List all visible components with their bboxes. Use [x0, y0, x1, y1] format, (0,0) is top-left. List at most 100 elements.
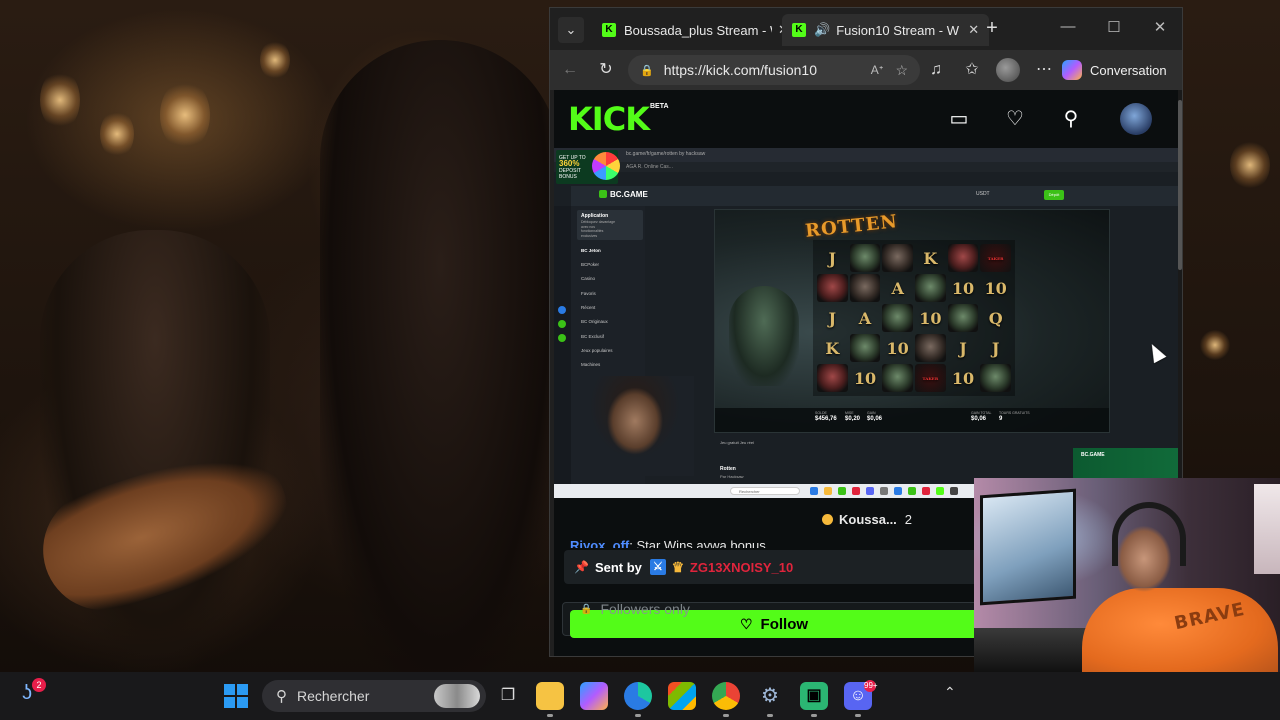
search-icon: ⚲ — [276, 688, 287, 705]
chat-message: Riyox_off: Star Wins aywa bonus — [570, 538, 766, 548]
game-provider: Par Hacksaw — [720, 474, 744, 479]
scrollbar-thumb[interactable] — [1178, 100, 1182, 270]
tab-bar: ⌄ K Boussada_plus Stream - W ✕ K 🔊 Fusio… — [550, 8, 1182, 50]
pinned-gifters-row[interactable]: Koussa... 2 — [822, 512, 912, 527]
stat-bet: MISE $0,20 — [845, 411, 861, 422]
pinned-message-banner[interactable]: 📌 Sent by ⚔ ♛ ZG13XNOISY_10 — [564, 550, 984, 584]
inner-url-text: bc.game/fr/game/rotten by hacksaw — [626, 151, 706, 157]
slot-symbol: K — [923, 248, 938, 268]
inner-app-icon — [838, 487, 846, 495]
widgets-icon: ʖ — [22, 682, 32, 704]
pinned-username: Koussa... — [839, 512, 897, 527]
show-hidden-icons-chevron-icon[interactable]: ⌃ — [944, 684, 956, 701]
favorites-icon[interactable]: ✩ — [960, 58, 984, 82]
copilot-icon — [1062, 60, 1082, 80]
pinned-count: 2 — [904, 512, 913, 527]
background-window — [1254, 484, 1280, 574]
game-controls-bar: Jeu gratuit Jeu réel — [720, 440, 755, 445]
promo-percentage: 360% — [559, 159, 580, 168]
address-bar[interactable]: 🔒 https://kick.com/fusion10 Aᐩ ☆ — [628, 55, 920, 85]
slot-symbol: J — [828, 308, 837, 328]
tab-boussada-stream[interactable]: K Boussada_plus Stream - W ✕ — [592, 14, 799, 46]
slot-symbol: 10 — [951, 278, 975, 298]
chat-message-text: : Star Wins aywa bonus — [629, 538, 766, 548]
heart-outline-icon: ♡ — [739, 615, 753, 632]
kick-logo[interactable]: KICK — [568, 100, 650, 138]
slot-symbol-face — [882, 304, 913, 332]
sidebar-item: Favoris — [581, 291, 596, 296]
file-explorer-icon[interactable] — [536, 682, 564, 717]
stat-total-win: GAIN TOTAL $0,06 — [971, 411, 992, 422]
sidebar-item: BC Exclusif — [581, 334, 605, 339]
chrome-icon[interactable] — [712, 682, 740, 717]
slot-symbol-face — [849, 274, 881, 302]
new-tab-button[interactable]: + — [980, 17, 1004, 40]
followers-only-text: Followers only — [600, 601, 690, 617]
slot-symbol-face — [980, 364, 1011, 392]
heart-icon[interactable]: ♡ — [1002, 106, 1028, 132]
start-button[interactable] — [224, 684, 248, 708]
moderator-badge-icon: ⚔ — [649, 559, 666, 575]
task-view-icon[interactable]: ❐ — [494, 682, 522, 710]
stream-video-player[interactable]: bc.game/fr/game/rotten by hacksaw AGA R.… — [554, 148, 1180, 498]
user-avatar[interactable] — [1120, 103, 1152, 135]
microsoft-store-icon[interactable] — [668, 682, 696, 710]
following-feed-icon[interactable]: ▭ — [946, 106, 972, 132]
sent-by-username[interactable]: ZG13XNOISY_10 — [690, 560, 793, 575]
bokeh-light — [1230, 140, 1270, 190]
copilot-button[interactable]: Conversation — [1062, 56, 1167, 84]
search-highlight-graphic — [434, 684, 480, 708]
chat-message-username[interactable]: Riyox_off — [570, 538, 629, 548]
promo-text: GET UP TO 360% DEPOSIT BONUS — [559, 155, 593, 180]
windows-logo-icon — [224, 684, 235, 695]
kick-app-icon[interactable]: ▣ — [800, 682, 828, 717]
inner-app-icon — [950, 487, 958, 495]
minimize-button[interactable]: — — [1058, 18, 1078, 35]
inner-app-icon — [936, 487, 944, 495]
read-aloud-icon[interactable]: Aᐩ — [871, 63, 884, 77]
copilot-app-icon[interactable] — [580, 682, 608, 710]
tab-close-icon[interactable]: ✕ — [968, 22, 979, 38]
settings-gear-icon[interactable]: ⚙ — [756, 682, 784, 717]
taskbar-search[interactable]: ⚲ Rechercher — [262, 680, 486, 712]
game-stats-bar: SOLDE $456,76 MISE $0,20 GAIN $0,06 GAIN TO… — [715, 408, 1109, 432]
slot-symbol: A — [858, 308, 872, 328]
profile-avatar[interactable] — [996, 58, 1020, 82]
sidebar-item: Jeux populaires — [581, 348, 613, 353]
more-options-icon[interactable]: ⋯ — [1032, 58, 1056, 82]
site-info-lock-icon[interactable]: 🔒 — [640, 64, 654, 77]
rail-icon — [558, 306, 566, 314]
favorite-star-icon[interactable]: ☆ — [895, 62, 908, 79]
refresh-icon[interactable]: ↻ — [594, 58, 618, 82]
maximize-button[interactable]: ☐ — [1104, 18, 1124, 36]
crown-badge-icon: ♛ — [671, 559, 685, 575]
back-arrow-icon[interactable]: ← — [558, 58, 582, 82]
inner-browser-tabs: AGA R. Online Cas... — [554, 162, 1180, 172]
tab-actions-menu-button[interactable]: ⌄ — [558, 17, 584, 43]
currency-selector: USDT — [976, 191, 990, 197]
slot-symbol-face — [914, 274, 946, 302]
slot-symbol-taker: TAKER — [914, 364, 946, 392]
bokeh-light — [160, 80, 210, 150]
inner-tab-text: AGA R. Online Cas... — [626, 164, 673, 170]
edge-browser-icon[interactable] — [624, 682, 652, 717]
sidebar-item: BC Originaux — [581, 319, 608, 324]
search-icon[interactable]: ⚲ — [1058, 106, 1084, 132]
slot-symbol: Q — [988, 308, 1003, 328]
background-monitor — [980, 488, 1076, 606]
inner-app-icon — [908, 487, 916, 495]
widgets-button[interactable]: ʖ 2 — [22, 678, 46, 710]
slot-symbol: 10 — [886, 338, 909, 358]
slot-symbol-face — [914, 334, 946, 362]
tab-title: Fusion10 Stream - W — [836, 22, 960, 38]
windows-taskbar: ʖ 2 ⚲ Rechercher ❐ ⚙ ▣ ☺ — [0, 672, 1280, 720]
tab-fusion10-stream[interactable]: K 🔊 Fusion10 Stream - W ✕ — [782, 14, 990, 46]
music-extension-icon[interactable]: ♫ — [924, 58, 948, 82]
sent-by-label: Sent by — [594, 559, 642, 575]
casino-left-rail — [554, 206, 571, 498]
audio-playing-icon[interactable]: 🔊 — [814, 22, 830, 38]
pin-icon: 📌 — [574, 560, 589, 574]
close-window-button[interactable]: ✕ — [1150, 18, 1170, 36]
bokeh-light — [40, 70, 80, 130]
kick-favicon-icon: K — [602, 23, 616, 37]
